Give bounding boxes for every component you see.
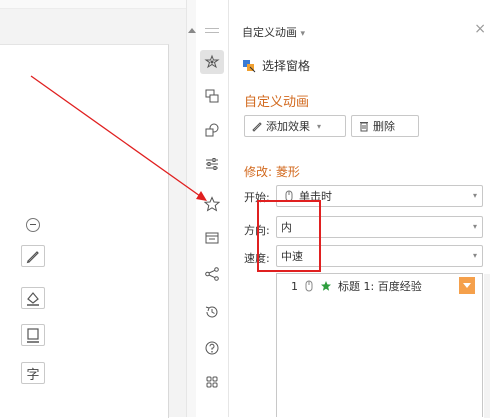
shapes-button[interactable] bbox=[200, 118, 224, 142]
add-effect-button[interactable]: 添加效果 ▾ bbox=[244, 115, 346, 137]
canvas-top-strip bbox=[0, 0, 186, 9]
animation-icon bbox=[204, 54, 220, 69]
star-icon bbox=[204, 196, 220, 212]
selection-pane-label: 选择窗格 bbox=[262, 59, 311, 73]
list-item-label: 标题 1: 百度经验 bbox=[338, 280, 422, 293]
delete-label: 删除 bbox=[373, 120, 395, 133]
close-button[interactable]: × bbox=[474, 21, 486, 37]
speed-value: 中速 bbox=[281, 250, 303, 263]
toolbar-grip-line bbox=[205, 32, 219, 33]
shape-fill-icon bbox=[27, 292, 39, 306]
more-button[interactable] bbox=[200, 370, 224, 394]
toolbar-grip-line bbox=[205, 28, 219, 29]
selection-pane-icon bbox=[243, 59, 256, 72]
shape-fill-button[interactable] bbox=[21, 287, 45, 309]
custom-animation-panel: 自定义动画 ▾ × 选择窗格 自定义动画 添加效果 ▾ 删除 修改: 菱形 开始… bbox=[229, 0, 490, 418]
scroll-up-arrow-icon[interactable] bbox=[188, 28, 196, 33]
settings-sliders-icon bbox=[206, 158, 218, 170]
list-item[interactable]: 1 标题 1: 百度经验 bbox=[281, 277, 477, 295]
direction-label: 方向: bbox=[244, 224, 270, 237]
animation-list[interactable]: 1 标题 1: 百度经验 bbox=[276, 273, 490, 418]
speed-label: 速度: bbox=[244, 252, 270, 265]
layout-icon bbox=[205, 232, 219, 244]
add-effect-label: 添加效果 bbox=[266, 120, 310, 133]
panel-title-dropdown[interactable]: 自定义动画 ▾ bbox=[242, 24, 305, 40]
chevron-down-icon: ▾ bbox=[317, 121, 322, 131]
help-button[interactable] bbox=[200, 336, 224, 360]
panel-scrollbar[interactable] bbox=[484, 274, 490, 418]
start-value: 单击时 bbox=[299, 190, 332, 203]
direction-dropdown[interactable]: 内 ▾ bbox=[276, 216, 483, 238]
direction-value: 内 bbox=[281, 221, 292, 234]
pen-tool-button[interactable] bbox=[21, 245, 45, 267]
pen-icon bbox=[26, 251, 39, 264]
right-icon-toolbar bbox=[196, 0, 229, 417]
text-wrap-icon: 字 bbox=[26, 367, 40, 383]
animation-button[interactable] bbox=[200, 50, 224, 74]
outline-icon bbox=[27, 328, 39, 343]
star-button[interactable] bbox=[200, 192, 224, 216]
grid-icon bbox=[206, 376, 218, 388]
selection-pane-button[interactable]: 选择窗格 bbox=[242, 57, 310, 74]
mouse-icon bbox=[285, 190, 293, 202]
modify-label: 修改: 菱形 bbox=[244, 165, 300, 179]
transition-button[interactable] bbox=[200, 84, 224, 108]
collapse-toolbar-button[interactable] bbox=[26, 218, 40, 232]
star-effect-icon bbox=[321, 281, 331, 291]
slide-canvas-area: 字 bbox=[0, 0, 186, 418]
history-icon bbox=[205, 306, 218, 318]
transition-icon bbox=[205, 89, 219, 103]
pen-icon bbox=[252, 122, 262, 132]
shapes-icon bbox=[205, 123, 219, 137]
speed-dropdown[interactable]: 中速 ▾ bbox=[276, 245, 483, 267]
history-button[interactable] bbox=[200, 300, 224, 324]
start-dropdown[interactable]: 单击时 ▾ bbox=[276, 185, 483, 207]
help-icon bbox=[205, 341, 219, 355]
chevron-down-icon: ▾ bbox=[472, 222, 477, 231]
text-wrap-button[interactable]: 字 bbox=[21, 362, 45, 384]
chevron-down-icon: ▾ bbox=[472, 191, 477, 200]
panel-title: 自定义动画 bbox=[242, 26, 297, 39]
layout-button[interactable] bbox=[200, 226, 224, 250]
chevron-down-icon: ▾ bbox=[472, 251, 477, 260]
start-label: 开始: bbox=[244, 191, 270, 204]
trash-icon bbox=[360, 122, 368, 132]
share-button[interactable] bbox=[200, 262, 224, 286]
outline-button[interactable] bbox=[21, 324, 45, 346]
chevron-down-icon: ▾ bbox=[300, 29, 306, 39]
mouse-icon bbox=[305, 280, 313, 292]
list-item-dropdown-button[interactable] bbox=[459, 277, 475, 294]
list-item-index: 1 bbox=[291, 279, 298, 293]
share-icon bbox=[205, 267, 219, 281]
delete-button[interactable]: 删除 bbox=[351, 115, 419, 137]
section-title: 自定义动画 bbox=[244, 95, 310, 110]
properties-button[interactable] bbox=[200, 152, 224, 176]
